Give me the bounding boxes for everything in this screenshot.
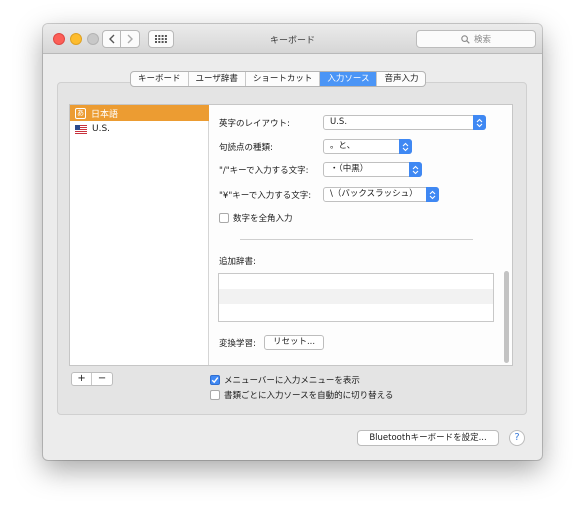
list-item[interactable] (219, 304, 493, 319)
tab-bar: キーボード ユーザ辞書 ショートカット 入力ソース 音声入力 (130, 71, 427, 87)
scrollbar[interactable] (504, 271, 509, 363)
punctuation-label: 句読点の種類: (219, 143, 273, 153)
fullwidth-numbers-checkbox[interactable] (219, 213, 229, 223)
input-source-list[interactable]: あ 日本語 U.S. (70, 105, 209, 365)
dictionary-list[interactable] (218, 273, 494, 322)
dictionary-label: 追加辞書: (219, 257, 256, 267)
list-item[interactable] (219, 289, 493, 304)
keyboard-preferences-window: キーボード 検索 キーボード ユーザ辞書 ショートカット 入力ソース 音声入力 … (43, 24, 542, 460)
yen-key-label: "¥"キーで入力する文字: (219, 191, 312, 201)
setup-bluetooth-keyboard-button[interactable]: Bluetoothキーボードを設定... (357, 430, 499, 446)
punctuation-value: 。と、 (330, 141, 356, 151)
slash-key-popup[interactable]: ・（中黒） (323, 162, 422, 177)
source-item-japanese[interactable]: あ 日本語 (70, 105, 209, 121)
list-item[interactable] (219, 274, 493, 289)
learning-label: 変換学習: (219, 339, 256, 349)
auto-switch-source-checkbox[interactable] (210, 390, 220, 400)
popup-arrows-icon (473, 115, 486, 130)
title-bar: キーボード 検索 (43, 24, 542, 54)
show-input-menu-label: メニューバーに入力メニューを表示 (224, 376, 360, 386)
tab-keyboard[interactable]: キーボード (131, 72, 189, 86)
input-sources-box: あ 日本語 U.S. 英字のレイアウト: U.S. 句読点の種類: 。と、 "/… (69, 104, 513, 366)
layout-label: 英字のレイアウト: (219, 119, 290, 129)
japanese-input-icon: あ (75, 107, 86, 119)
search-placeholder: 検索 (473, 35, 491, 45)
popup-arrows-icon (399, 139, 412, 154)
tab-dictation[interactable]: 音声入力 (377, 72, 425, 86)
tab-input-sources[interactable]: 入力ソース (320, 72, 378, 86)
fullwidth-numbers-label: 数字を全角入力 (233, 214, 293, 224)
layout-popup[interactable]: U.S. (323, 115, 486, 130)
us-flag-icon (75, 124, 87, 134)
yen-key-value: \（バックスラッシュ） (330, 189, 418, 199)
yen-key-popup[interactable]: \（バックスラッシュ） (323, 187, 439, 202)
tab-shortcuts[interactable]: ショートカット (246, 72, 321, 86)
slash-key-value: ・（中黒） (330, 164, 369, 174)
popup-arrows-icon (409, 162, 422, 177)
popup-arrows-icon (426, 187, 439, 202)
separator (240, 239, 473, 240)
help-button[interactable]: ? (509, 430, 525, 446)
add-remove-buttons: + − (71, 372, 113, 386)
source-label: U.S. (92, 124, 111, 134)
source-item-us[interactable]: U.S. (70, 121, 209, 137)
slash-key-label: "/"キーで入力する文字: (219, 166, 309, 176)
search-field[interactable]: 検索 (416, 30, 536, 48)
tab-user-dictionary[interactable]: ユーザ辞書 (189, 72, 246, 86)
reset-button[interactable]: リセット... (264, 335, 324, 350)
input-source-options: 英字のレイアウト: U.S. 句読点の種類: 。と、 "/"キーで入力する文字:… (210, 105, 512, 365)
remove-source-button[interactable]: − (92, 373, 112, 385)
search-icon (461, 34, 470, 44)
show-input-menu-checkbox[interactable] (210, 375, 220, 385)
layout-value: U.S. (330, 117, 348, 127)
checkmark-icon (211, 377, 219, 384)
source-label: 日本語 (91, 109, 119, 120)
punctuation-popup[interactable]: 。と、 (323, 139, 412, 154)
add-source-button[interactable]: + (72, 373, 93, 385)
auto-switch-source-label: 書類ごとに入力ソースを自動的に切り替える (224, 391, 394, 401)
